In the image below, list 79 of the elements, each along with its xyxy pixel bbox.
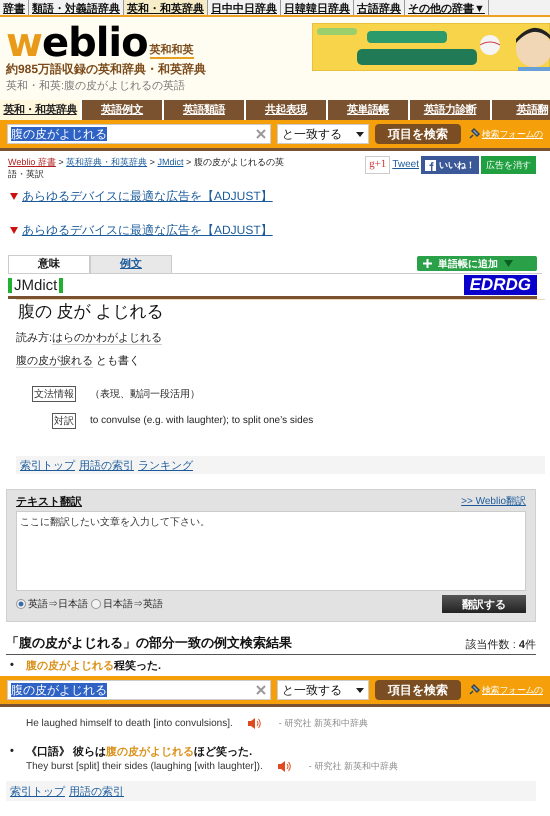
breadcrumb-link[interactable]: 英和辞典・和英辞典: [66, 157, 148, 167]
dictionary-nav-link[interactable]: 日中中日辞典: [208, 0, 281, 15]
dictionary-nav-link[interactable]: その他の辞書▼: [405, 0, 489, 15]
dictionary-nav-link[interactable]: 辞書: [0, 0, 29, 15]
match-dropdown[interactable]: と一致する: [277, 680, 369, 700]
index-link[interactable]: 用語の索引: [69, 784, 124, 798]
speaker-icon[interactable]: [246, 717, 261, 730]
radio-button[interactable]: [91, 599, 101, 609]
bullet: •: [10, 658, 15, 673]
dictionary-nav-link[interactable]: 日韓韓日辞典: [281, 0, 354, 15]
search-button[interactable]: 項目を検索: [375, 680, 461, 700]
content-tab[interactable]: 例文: [90, 255, 172, 273]
clear-icon[interactable]: [255, 684, 267, 696]
results-title: 「腹の皮がよじれる」の部分一致の例文検索結果: [6, 634, 292, 652]
caret-icon: [356, 688, 364, 692]
field-label: 文法情報: [32, 386, 76, 402]
headword: 腹の 皮が よじれる: [18, 301, 164, 322]
source-name: JMdict: [8, 278, 64, 292]
index-link[interactable]: ランキング: [138, 458, 193, 472]
index-link[interactable]: 索引トップ: [10, 784, 65, 798]
triangle-icon: [10, 193, 18, 200]
triangle-icon: [10, 227, 18, 234]
bullet: •: [10, 744, 15, 759]
breadcrumb-link[interactable]: Weblio 辞書: [8, 157, 56, 167]
section-tab[interactable]: 英和・和英辞典: [0, 100, 82, 120]
english-example: He laughed himself to death [into convulsions].: [26, 718, 233, 729]
translation-input[interactable]: ここに翻訳したい文章を入力して下さい。: [16, 511, 526, 591]
match-dropdown[interactable]: と一致する: [277, 124, 369, 144]
tagline: 約985万語収録の英和辞典・和英辞典: [6, 61, 206, 78]
search-field[interactable]: 腹の皮がよじれる: [7, 124, 271, 144]
result-count: 該当件数 : 4件: [466, 638, 536, 652]
section-tab[interactable]: 英語翻: [492, 100, 550, 120]
field-value: to convulse (e.g. with laughter); to split one’s sides: [90, 415, 314, 426]
ad-link[interactable]: あらゆるデバイスに最適な広告を【ADJUST】: [22, 222, 273, 239]
alternate-form[interactable]: 腹の皮が捩れる: [16, 355, 93, 368]
like-button[interactable]: いいね！: [421, 156, 479, 174]
reading[interactable]: はらのかわがよじれる: [52, 332, 162, 345]
logo-subtitle: 英和和英: [150, 42, 194, 59]
facebook-icon: [425, 160, 436, 170]
plus-icon: [423, 259, 432, 268]
section-tab[interactable]: 英単語帳: [328, 100, 410, 120]
example-source: - 研究社 新英和中辞典: [278, 717, 368, 730]
reading-label: 読み方:: [16, 332, 52, 344]
field-label: 対訳: [52, 412, 76, 428]
google-plus-button[interactable]: g+1: [365, 156, 390, 174]
alternate-form-note: とも書く: [96, 355, 140, 367]
edrdg-logo[interactable]: EDRDG: [464, 275, 537, 295]
section-tab[interactable]: 共起表現: [246, 100, 328, 120]
page-title: 英和・和英:腹の皮がよじれるの英語: [6, 79, 186, 93]
caret-icon: [356, 132, 364, 136]
section-title: テキスト翻訳: [16, 494, 82, 509]
japanese-example: 腹の皮がよじれる程笑った.: [26, 658, 162, 673]
ad-link[interactable]: あらゆるデバイスに最適な広告を【ADJUST】: [22, 188, 273, 205]
japanese-example: 《口語》 彼らは腹の皮がよじれるほど笑った.: [26, 744, 254, 759]
tweet-link[interactable]: Tweet: [392, 156, 419, 170]
dictionary-nav-link[interactable]: 古語辞典: [354, 0, 405, 15]
example-source: - 研究社 新英和中辞典: [308, 760, 398, 773]
clear-icon[interactable]: [255, 128, 267, 140]
search-button[interactable]: 項目を検索: [375, 124, 461, 144]
translate-button[interactable]: 翻訳する: [442, 595, 526, 613]
section-tab[interactable]: 英語例文: [82, 100, 164, 120]
breadcrumb-link[interactable]: JMdict: [157, 157, 184, 167]
english-example: They burst [split] their sides (laughing [with laughter]).: [26, 761, 263, 772]
index-link[interactable]: 索引トップ: [20, 458, 75, 472]
content-tab[interactable]: 意味: [8, 255, 90, 273]
translator-link[interactable]: >> Weblio翻訳: [461, 494, 526, 509]
radio-button[interactable]: [16, 599, 26, 609]
index-link[interactable]: 用語の索引: [79, 458, 134, 472]
section-tab[interactable]: 英語類語: [164, 100, 246, 120]
caret-icon: [504, 259, 513, 268]
dictionary-nav-link[interactable]: 英和・和英辞典: [124, 0, 208, 15]
breadcrumb: Weblio 辞書 > 英和辞典・和英辞典 > JMdict > 腹の皮がよじれるの英語・英訳: [8, 156, 285, 181]
direction-option[interactable]: 英語⇒日本語: [16, 597, 88, 611]
direction-option[interactable]: 日本語⇒英語: [91, 597, 163, 611]
speaker-icon[interactable]: [276, 760, 291, 773]
search-field[interactable]: 腹の皮がよじれる: [7, 680, 271, 700]
section-tab[interactable]: 英語力診断: [410, 100, 492, 120]
weblio-logo[interactable]: weblio: [6, 23, 148, 63]
field-value: （表現、動詞一段活用）: [90, 388, 200, 400]
